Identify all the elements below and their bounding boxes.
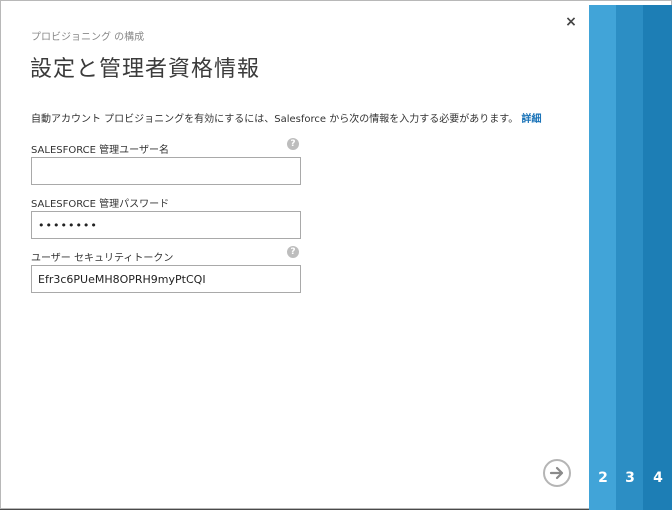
- token-input[interactable]: [31, 265, 301, 293]
- step-4-number: 4: [653, 470, 663, 486]
- dialog-subtitle: プロビジョニング の構成: [31, 32, 145, 43]
- step-2[interactable]: 2: [589, 5, 617, 510]
- username-label: SALESFORCE 管理ユーザー名: [31, 145, 169, 156]
- step-2-number: 2: [598, 470, 608, 486]
- provisioning-dialog: プロビジョニング の構成 設定と管理者資格情報 × 自動アカウント プロビジョニ…: [0, 0, 672, 510]
- description: 自動アカウント プロビジョニングを有効にするには、Salesforce から次の…: [31, 110, 541, 125]
- username-help-icon[interactable]: ?: [287, 138, 299, 150]
- token-help-icon[interactable]: ?: [287, 246, 299, 258]
- close-icon[interactable]: ×: [563, 14, 579, 30]
- description-text: 自動アカウント プロビジョニングを有効にするには、Salesforce から次の…: [31, 114, 519, 125]
- password-input[interactable]: [31, 211, 301, 239]
- username-input[interactable]: [31, 157, 301, 185]
- wizard-steps: 2 3 4: [589, 5, 672, 510]
- step-3[interactable]: 3: [616, 5, 644, 510]
- step-4[interactable]: 4: [643, 5, 672, 510]
- step-3-number: 3: [625, 470, 635, 486]
- password-label: SALESFORCE 管理パスワード: [31, 199, 170, 210]
- details-link[interactable]: 詳細: [521, 114, 541, 125]
- token-label: ユーザー セキュリティトークン: [31, 253, 174, 264]
- arrow-right-icon: [549, 466, 564, 480]
- next-button[interactable]: [543, 459, 571, 487]
- dialog-title: 設定と管理者資格情報: [30, 57, 261, 82]
